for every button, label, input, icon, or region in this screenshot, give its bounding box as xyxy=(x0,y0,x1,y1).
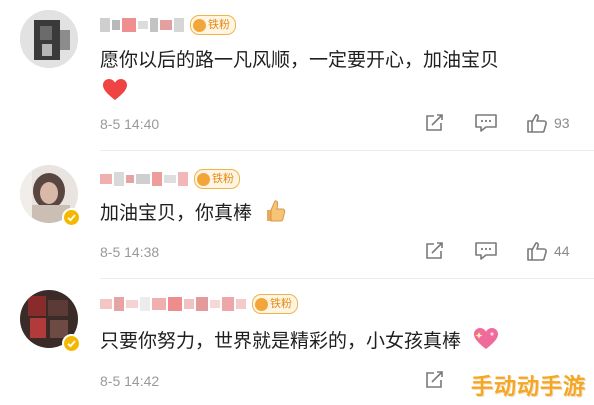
like-count: 93 xyxy=(554,115,570,131)
username[interactable]: 铁粉 xyxy=(100,293,298,315)
verified-badge xyxy=(62,334,81,353)
check-icon xyxy=(67,340,76,348)
username[interactable]: 铁粉 xyxy=(100,168,240,190)
fan-medal-icon xyxy=(193,18,206,32)
avatar[interactable] xyxy=(20,10,78,68)
verified-badge xyxy=(62,208,81,227)
comment-time: 8-5 14:40 xyxy=(100,116,160,132)
like-button[interactable]: 44 xyxy=(526,241,570,261)
thumbs-up-emoji-icon xyxy=(264,199,286,228)
watermark: 手动动手游 xyxy=(470,375,586,400)
reply-button[interactable] xyxy=(474,241,498,261)
share-icon xyxy=(426,242,443,259)
comment-time: 8-5 14:42 xyxy=(100,373,160,389)
fan-medal-icon xyxy=(255,297,268,311)
comment-icon xyxy=(475,114,497,132)
thumbs-up-icon xyxy=(527,114,547,133)
fan-medal-icon xyxy=(197,172,210,186)
fan-badge: 铁粉 xyxy=(194,169,240,189)
share-button[interactable] xyxy=(424,113,446,133)
sparkling-heart-emoji-icon xyxy=(473,327,499,356)
comment-text: 只要你努力，世界就是精彩的，小女孩真棒 xyxy=(100,326,499,356)
fan-badge: 铁粉 xyxy=(190,15,236,35)
username-mosaic xyxy=(100,297,246,311)
share-button[interactable] xyxy=(424,370,446,390)
check-icon xyxy=(67,214,76,222)
comment-text: 愿你以后的路一凡风顺，一定要开心，加油宝贝 xyxy=(100,49,500,71)
like-count: 44 xyxy=(554,243,570,259)
comment-time: 8-5 14:38 xyxy=(100,244,160,260)
share-icon xyxy=(426,371,443,388)
like-button[interactable]: 93 xyxy=(526,113,570,133)
username-mosaic xyxy=(100,18,184,32)
share-button[interactable] xyxy=(424,241,446,261)
comment-actions: 93 xyxy=(420,113,570,133)
thumbs-up-icon xyxy=(527,242,547,261)
fan-badge-label: 铁粉 xyxy=(270,297,292,310)
fan-badge-label: 铁粉 xyxy=(208,18,230,31)
divider xyxy=(100,150,594,151)
comment-icon xyxy=(475,242,497,260)
username[interactable]: 铁粉 xyxy=(100,14,236,36)
comment-text: 加油宝贝，你真棒 xyxy=(100,198,286,228)
avatar-image xyxy=(20,10,78,68)
fan-badge: 铁粉 xyxy=(252,294,298,314)
comment-actions: 44 xyxy=(420,241,570,261)
divider xyxy=(100,278,594,279)
username-mosaic xyxy=(100,172,188,186)
comment-actions xyxy=(420,370,446,390)
fan-badge-label: 铁粉 xyxy=(212,172,234,185)
red-heart-icon xyxy=(102,78,128,106)
reply-button[interactable] xyxy=(474,113,498,133)
share-icon xyxy=(426,114,443,131)
